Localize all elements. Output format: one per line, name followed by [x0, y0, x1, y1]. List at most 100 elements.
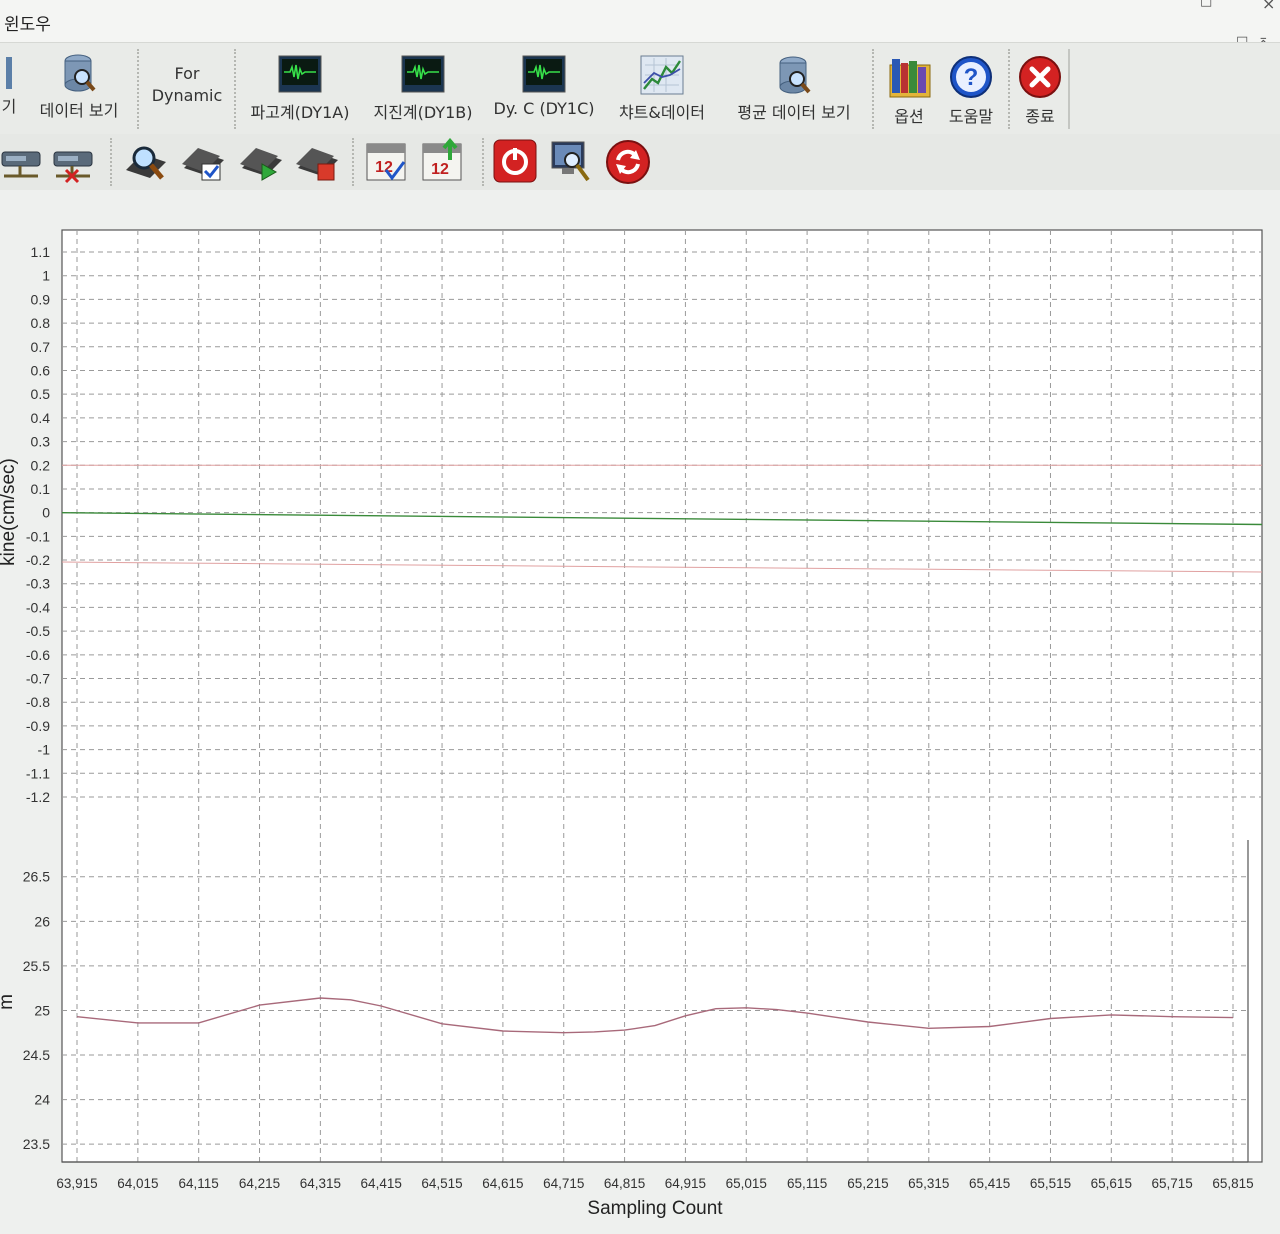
lower-y-axis-label: m	[0, 994, 17, 1010]
data-view-button[interactable]: 데이터 보기	[30, 53, 128, 121]
x-tick-label: 64,515	[421, 1176, 462, 1191]
x-tick-label: 65,815	[1212, 1176, 1253, 1191]
dy1c-button[interactable]: Dy. C (DY1C)	[488, 55, 600, 118]
toolbar-separator	[1008, 49, 1010, 129]
y-tick-label: 0.8	[31, 315, 51, 331]
toolbar-separator	[352, 138, 354, 186]
folder-books-icon	[886, 55, 932, 99]
x-tick-label: 64,615	[482, 1176, 523, 1191]
y-tick-label: -0.6	[26, 647, 50, 663]
toolbar-separator	[137, 49, 139, 129]
x-tick-label: 64,015	[117, 1176, 158, 1191]
search-device-icon[interactable]	[122, 140, 170, 188]
y-tick-label: 0.6	[31, 362, 51, 378]
y-tick-label: 26	[34, 913, 50, 929]
x-tick-label: 63,915	[56, 1176, 97, 1191]
y-tick-label: 0.2	[31, 457, 51, 473]
upper-y-axis-label: kine(cm/sec)	[0, 458, 19, 566]
toolbar-end-border	[1068, 49, 1070, 129]
y-tick-label: 1	[42, 268, 50, 284]
x-tick-label: 64,115	[179, 1176, 219, 1191]
y-tick-label: -0.9	[26, 718, 50, 734]
question-icon: ?	[948, 55, 994, 99]
monitor-search-icon[interactable]	[548, 138, 596, 190]
svg-text:12: 12	[431, 161, 449, 178]
device-check-icon[interactable]	[180, 140, 228, 188]
avg-data-view-button[interactable]: 평균 데이터 보기	[722, 55, 866, 123]
dy1b-button[interactable]: 지진계(DY1B)	[366, 55, 480, 123]
cut-button[interactable]: 기	[0, 57, 18, 117]
toolbar-separator	[482, 138, 484, 186]
toolbar-separator	[234, 49, 236, 129]
window-close-icon[interactable]: ×	[1262, 0, 1275, 13]
y-tick-label: 24	[34, 1092, 50, 1108]
x-tick-label: 65,315	[908, 1176, 949, 1191]
calendar-check-icon[interactable]: 12	[364, 138, 410, 188]
network-drive-disconnect-icon[interactable]	[52, 140, 96, 188]
x-tick-label: 64,815	[604, 1176, 645, 1191]
power-icon[interactable]	[492, 138, 538, 188]
y-tick-label: -0.2	[26, 552, 50, 568]
y-tick-label: 0	[42, 505, 50, 521]
x-tick-label: 64,415	[361, 1176, 402, 1191]
y-tick-label: -0.1	[26, 528, 50, 544]
y-tick-label: -0.8	[26, 694, 50, 710]
y-tick-label: 0.3	[31, 434, 51, 450]
toolbar-separator	[872, 49, 874, 129]
toolbar-separator	[110, 138, 112, 186]
y-tick-label: -0.5	[26, 623, 50, 639]
for-dynamic-button[interactable]: For Dynamic	[146, 63, 228, 107]
calendar-upload-icon[interactable]: 12	[420, 137, 466, 188]
chart-area: 1.1 1 0.9 0.8 0.7 0.6 0.5 0.4 0.3 0.2 0.1 0 -0.1 -0.2…	[0, 190, 1280, 1230]
x-tick-label: 64,915	[665, 1176, 706, 1191]
y-tick-label: 26.5	[23, 869, 50, 885]
x-tick-label: 64,315	[300, 1176, 341, 1191]
refresh-icon[interactable]	[604, 138, 652, 190]
y-tick-label: 25.5	[23, 958, 50, 974]
line-chart-icon	[640, 55, 684, 95]
network-drive-icon[interactable]	[0, 140, 44, 188]
y-tick-label: -0.7	[26, 671, 50, 687]
maximize-icon[interactable]: □	[1200, 0, 1212, 9]
x-tick-label: 65,515	[1030, 1176, 1071, 1191]
y-tick-label: 0.1	[31, 481, 51, 497]
y-tick-label: -1	[38, 742, 51, 758]
waveform-monitor-icon	[278, 55, 322, 95]
options-button[interactable]: 옵션	[882, 55, 936, 127]
device-stop-icon[interactable]	[294, 140, 342, 188]
menu-window[interactable]: 윈도우	[4, 10, 51, 35]
chart-data-button[interactable]: 챠트&데이터	[606, 55, 718, 123]
charts-svg: 1.1 1 0.9 0.8 0.7 0.6 0.5 0.4 0.3 0.2 0.1 0 -0.1 -0.2…	[0, 229, 1263, 1219]
secondary-toolbar: 12 12	[0, 134, 1280, 191]
x-tick-label: 65,215	[847, 1176, 888, 1191]
close-icon	[1017, 55, 1063, 99]
plot-frame	[61, 229, 1263, 1163]
device-play-icon[interactable]	[238, 140, 286, 188]
help-button[interactable]: ? 도움말	[940, 55, 1002, 127]
x-tick-label: 65,115	[787, 1176, 827, 1191]
y-tick-label: 24.5	[23, 1047, 50, 1063]
x-tick-label: 65,415	[969, 1176, 1010, 1191]
y-tick-label: 0.4	[31, 410, 51, 426]
x-tick-label: 65,015	[726, 1176, 767, 1191]
dy1a-button[interactable]: 파고계(DY1A)	[244, 55, 356, 123]
x-tick-label: 64,215	[239, 1176, 280, 1191]
y-tick-label: 0.7	[31, 339, 51, 355]
x-tick-label: 65,615	[1091, 1176, 1132, 1191]
waveform-monitor-icon	[401, 55, 445, 95]
database-search-icon	[777, 55, 811, 95]
y-tick-label: 25	[34, 1002, 50, 1018]
y-tick-label: 0.5	[31, 386, 51, 402]
menu-bar: 윈도우 □ ⌅ × □	[0, 0, 1280, 49]
database-search-icon	[62, 53, 96, 93]
y-tick-label: -0.3	[26, 576, 50, 592]
y-tick-label: -0.4	[26, 599, 50, 615]
svg-text:?: ?	[964, 64, 979, 91]
x-tick-label: 64,715	[543, 1176, 584, 1191]
partial-icon	[6, 57, 12, 89]
y-tick-label: -1.2	[26, 789, 50, 805]
main-toolbar: 기 데이터 보기 For Dynamic 파고계(DY1A) 지진계(DY1B)…	[0, 42, 1280, 136]
panel-gap	[63, 798, 1261, 848]
exit-button[interactable]: 종료	[1014, 55, 1066, 127]
y-tick-label: 1.1	[31, 244, 51, 260]
